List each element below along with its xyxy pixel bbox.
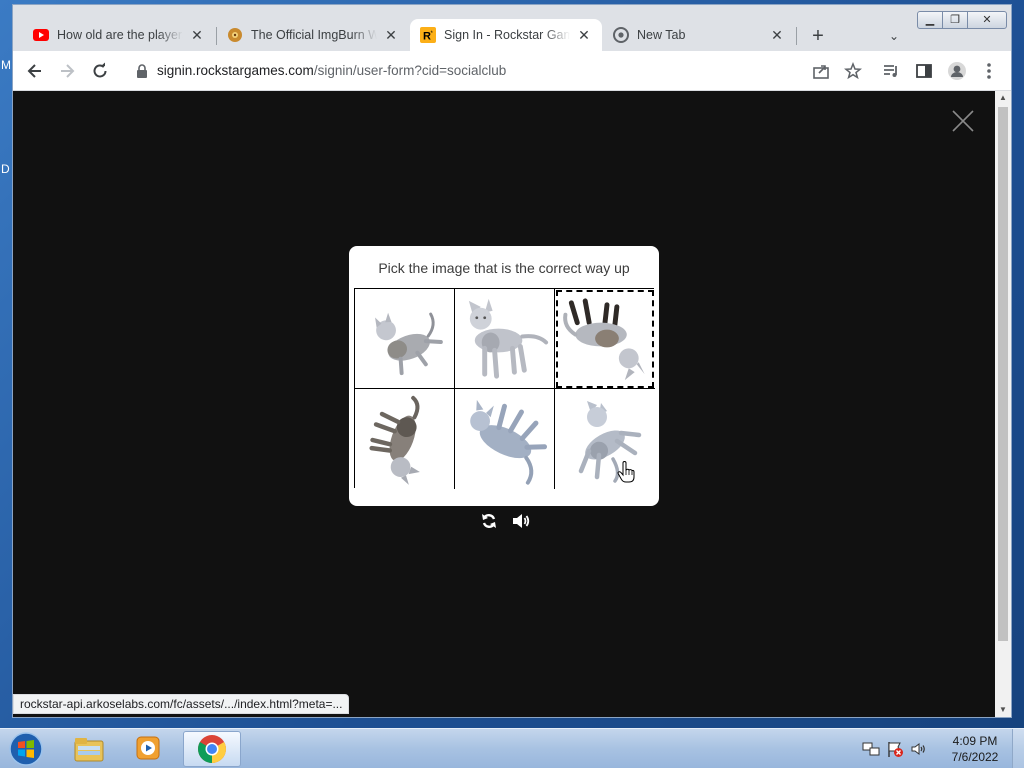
tab-title: New Tab <box>637 28 686 42</box>
reading-list-button[interactable] <box>879 59 903 83</box>
captcha-option-6[interactable] <box>555 389 655 489</box>
scroll-down-icon[interactable]: ▼ <box>995 703 1011 717</box>
browser-window: How old are the players ✕ The Official I… <box>12 4 1012 718</box>
new-tab-button[interactable]: + <box>807 25 829 47</box>
maximize-button[interactable]: ❐ <box>942 11 968 29</box>
taskbar-clock[interactable]: 4:09 PM 7/6/2022 <box>940 733 1010 765</box>
avatar-icon <box>948 62 966 80</box>
minimize-button[interactable]: ▁ <box>917 11 943 29</box>
windows-start-icon <box>9 732 43 766</box>
scrollbar-thumb[interactable] <box>998 107 1008 641</box>
cat-image <box>369 395 420 485</box>
media-player-icon <box>136 736 160 760</box>
volume-icon[interactable] <box>910 740 928 758</box>
explorer-icon <box>74 738 104 762</box>
tab-close-icon[interactable]: ✕ <box>769 27 785 43</box>
status-bar-url: rockstar-api.arkoselabs.com/fc/assets/..… <box>13 694 350 714</box>
forward-button[interactable] <box>55 59 79 83</box>
audio-icon[interactable] <box>511 511 531 531</box>
rockstar-icon: R * <box>420 27 436 43</box>
refresh-icon[interactable] <box>479 511 499 531</box>
back-button[interactable] <box>23 59 47 83</box>
page-viewport: Pick the image that is the correct way u… <box>13 91 995 717</box>
cat-image <box>470 399 548 485</box>
tab-close-icon[interactable]: ✕ <box>189 27 205 43</box>
browser-toolbar: signin.rockstargames.com/signin/user-for… <box>13 51 1011 91</box>
cat-image <box>563 298 645 381</box>
reload-icon <box>93 62 107 78</box>
desktop-edge-glyph: D <box>1 162 10 176</box>
url-host: signin.rockstargames.com <box>157 63 314 78</box>
captcha-option-2[interactable] <box>455 289 555 389</box>
close-overlay-icon[interactable] <box>951 109 975 133</box>
imgburn-icon <box>227 27 243 43</box>
system-tray <box>862 737 928 761</box>
taskbar: 4:09 PM 7/6/2022 <box>0 728 1024 768</box>
tab-separator <box>796 27 797 45</box>
show-desktop-button[interactable] <box>1012 729 1024 768</box>
tab-rockstar[interactable]: R* Sign In - Rockstar Games ✕ <box>410 19 602 51</box>
scroll-up-icon[interactable]: ▲ <box>995 91 1011 105</box>
hand-cursor-icon <box>617 461 635 483</box>
captcha-image-grid <box>354 288 655 489</box>
star-icon <box>844 62 862 80</box>
tab-youtube[interactable]: How old are the players ✕ <box>23 19 215 51</box>
start-button[interactable] <box>4 731 48 767</box>
tab-new-tab[interactable]: New Tab ✕ <box>603 19 795 51</box>
share-button[interactable] <box>809 59 833 83</box>
captcha-option-3[interactable] <box>555 289 655 389</box>
tab-strip: How old are the players ✕ The Official I… <box>13 5 1011 51</box>
tab-imgburn[interactable]: The Official ImgBurn Web ✕ <box>217 19 409 51</box>
url-path: /signin/user-form?cid=socialclub <box>313 63 507 78</box>
tab-title: Sign In - Rockstar Games <box>444 28 570 42</box>
tab-close-icon[interactable]: ✕ <box>576 27 592 43</box>
clock-time: 4:09 PM <box>952 734 998 748</box>
taskbar-explorer[interactable] <box>60 731 118 767</box>
vertical-scrollbar[interactable]: ▲ ▼ <box>995 91 1011 717</box>
chrome-icon <box>613 27 629 43</box>
bookmark-button[interactable] <box>841 59 865 83</box>
lock-icon <box>137 64 147 78</box>
chrome-icon <box>198 735 226 763</box>
kebab-menu-icon <box>987 63 991 79</box>
close-icon: ✕ <box>982 14 992 26</box>
captcha-card: Pick the image that is the correct way u… <box>349 246 659 506</box>
desktop-edge-glyph: M <box>1 58 11 72</box>
side-panel-button[interactable] <box>912 59 936 83</box>
captcha-option-5[interactable] <box>455 389 555 489</box>
action-center-flag-icon[interactable] <box>886 740 904 758</box>
captcha-option-4[interactable] <box>355 389 455 489</box>
menu-button[interactable] <box>977 59 1001 83</box>
address-bar[interactable]: signin.rockstargames.com/signin/user-for… <box>123 57 883 85</box>
cat-image <box>578 401 642 483</box>
share-icon <box>813 65 829 79</box>
cat-image <box>468 298 549 379</box>
youtube-icon <box>33 27 49 43</box>
taskbar-media-player[interactable] <box>120 731 178 767</box>
captcha-controls <box>477 511 537 531</box>
network-icon[interactable] <box>862 740 880 758</box>
media-list-icon <box>884 65 897 77</box>
close-window-button[interactable]: ✕ <box>967 11 1007 29</box>
restore-icon: ❐ <box>950 14 960 26</box>
side-panel-icon <box>916 64 932 78</box>
back-arrow-icon <box>27 64 41 78</box>
captcha-prompt: Pick the image that is the correct way u… <box>378 260 630 276</box>
tab-title: The Official ImgBurn Web <box>251 28 377 42</box>
tab-search-button[interactable]: ⌄ <box>883 25 905 47</box>
profile-button[interactable] <box>945 59 969 83</box>
tab-title: How old are the players <box>57 28 183 42</box>
tab-close-icon[interactable]: ✕ <box>383 27 399 43</box>
cat-image <box>375 312 443 376</box>
captcha-option-1[interactable] <box>355 289 455 389</box>
forward-arrow-icon <box>61 64 75 78</box>
minimize-icon: ▁ <box>925 14 935 26</box>
taskbar-chrome[interactable] <box>183 731 241 767</box>
reload-button[interactable] <box>88 59 112 83</box>
url-text: signin.rockstargames.com/signin/user-for… <box>157 63 506 78</box>
clock-date: 7/6/2022 <box>951 750 999 764</box>
